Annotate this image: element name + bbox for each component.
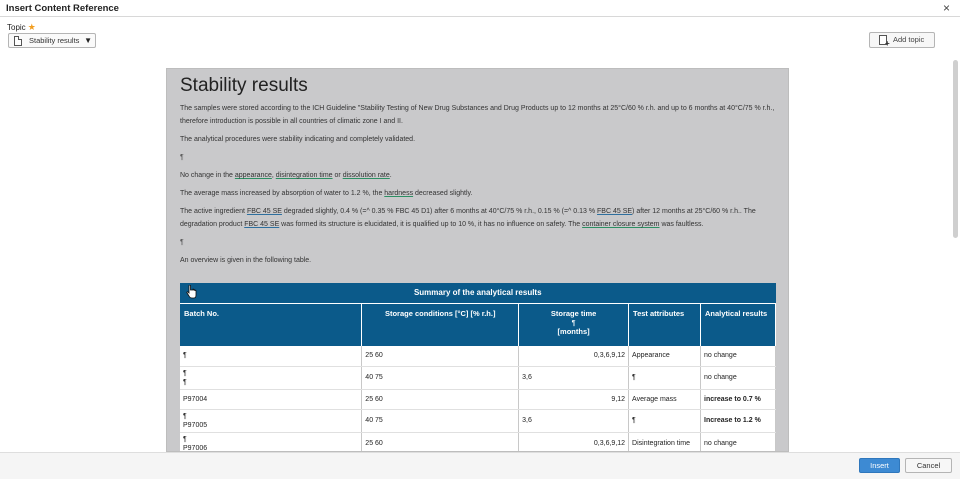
results-table-wrap: Summary of the analytical results Batch … [180, 283, 776, 451]
topic-label-text: Topic [7, 23, 26, 32]
cell-storage-conditions: 25 60 [361, 432, 520, 451]
table-row: ¶ ¶ 40 75 3,6 ¶ no change [180, 366, 776, 390]
table-caption: Summary of the analytical results [180, 283, 776, 304]
topic-select-value: Stability results [29, 36, 80, 45]
document-icon [14, 36, 22, 46]
text: The active ingredient [180, 208, 247, 215]
cell-batch: ¶ [180, 346, 363, 367]
link-disintegration-time[interactable]: disintegration time [276, 172, 333, 179]
table-row: ¶ 25 60 0,3,6,9,12 Appearance no change [180, 346, 776, 367]
topic-select[interactable]: Stability results ▼ [8, 33, 96, 48]
link-fbc45se[interactable]: FBC 45 SE [247, 208, 282, 215]
link-container-closure-system[interactable]: container closure system [582, 221, 659, 228]
paragraph-overview: An overview is given in the following ta… [180, 257, 312, 264]
empty-paragraph-mark: ¶ [180, 239, 184, 246]
header-storage-conditions: Storage conditions [°C] [% r.h.] [361, 303, 520, 346]
link-appearance[interactable]: appearance [235, 172, 272, 179]
table-row: ¶ P97006 25 60 0,3,6,9,12 Disintegration ti… [180, 432, 776, 451]
dialog-title-bar: Insert Content Reference × [0, 0, 960, 17]
cell-batch: ¶ P97006 [180, 432, 363, 451]
cell-storage-conditions: 40 75 [361, 366, 520, 390]
empty-paragraph-mark: ¶ [180, 154, 184, 161]
paragraph-procedures: The analytical procedures were stability… [180, 136, 416, 143]
link-hardness[interactable]: hardness [384, 190, 413, 197]
header-test-attributes: Test attributes [628, 303, 702, 346]
cell-test-attribute: Average mass [628, 389, 702, 410]
paragraph-active-ingredient: The active ingredient FBC 45 SE degraded… [180, 205, 777, 231]
add-topic-label: Add topic [893, 35, 925, 44]
text: The average mass increased by absorption… [180, 190, 385, 197]
header-storage-time-label: Storage time [550, 308, 597, 318]
cell-analytical-result: no change [700, 346, 776, 367]
text: decreased slightly. [413, 190, 473, 197]
text: No change in the [180, 172, 235, 179]
link-fbc45se[interactable]: FBC 45 SE [597, 208, 632, 215]
header-storage-time-unit: [months] [557, 326, 590, 336]
required-star-icon: ★ [27, 22, 36, 32]
document-body: Stability results The samples were store… [180, 75, 777, 272]
cell-test-attribute: Disintegration time [628, 432, 702, 451]
topic-label: Topic ★ [7, 22, 36, 33]
link-dissolution-rate[interactable]: dissolution rate [343, 172, 390, 179]
cell-storage-conditions: 25 60 [361, 389, 520, 410]
document-title: Stability results [180, 75, 308, 96]
dialog-footer [0, 452, 960, 479]
cell-analytical-result: Increase to 1.2 % [700, 409, 776, 433]
table-row: ¶ P97005 40 75 3,6 ¶ Increase to 1.2 % [180, 409, 776, 433]
dialog-title: Insert Content Reference [6, 3, 119, 14]
caret-down-icon: ▼ [84, 36, 92, 45]
scrollbar[interactable] [953, 60, 958, 238]
cell-storage-time: 9,12 [518, 389, 630, 410]
results-table-body: ¶ 25 60 0,3,6,9,12 Appearance no change ¶ ¶ 40… [180, 346, 776, 451]
hand-cursor-icon [186, 285, 197, 299]
text: was formed its structure is elucidated, … [279, 221, 583, 228]
cell-storage-time: 0,3,6,9,12 [518, 346, 630, 367]
cell-storage-conditions: 40 75 [361, 409, 520, 433]
cell-test-attribute: Appearance [628, 346, 702, 367]
add-document-icon [879, 35, 890, 51]
insert-button[interactable]: Insert [859, 458, 900, 473]
text: degraded slightly, 0.4 % (=^ 0.35 % FBC … [281, 208, 598, 215]
paragraph-average-mass: The average mass increased by absorption… [180, 187, 777, 200]
cell-batch: P97004 [180, 389, 363, 410]
cell-test-attribute: ¶ [628, 366, 702, 390]
text: . [389, 172, 392, 179]
content-preview[interactable]: Stability results The samples were store… [166, 68, 789, 452]
cell-storage-time: 0,3,6,9,12 [518, 432, 630, 451]
text: was faultless. [659, 221, 704, 228]
paragraph-storage: The samples were stored according to the… [180, 105, 775, 125]
add-topic-button[interactable]: Add topic [869, 32, 935, 51]
cell-storage-time: 3,6 [518, 366, 630, 390]
pilcrow: ¶ [571, 317, 576, 327]
header-analytical-results: Analytical results [700, 303, 776, 346]
table-row: P97004 25 60 9,12 Average mass increase to 0… [180, 389, 776, 410]
cell-storage-conditions: 25 60 [361, 346, 520, 367]
insert-content-reference-dialog: Insert Content Reference × Topic ★ Stabil… [0, 0, 960, 479]
header-storage-time: Storage time ¶ [months] [518, 303, 630, 346]
cell-analytical-result: increase to 0.7 % [700, 389, 776, 410]
link-fbc45se[interactable]: FBC 45 SE [244, 221, 279, 228]
cell-analytical-result: no change [700, 366, 776, 390]
cell-batch: ¶ P97005 [180, 409, 363, 433]
cancel-button[interactable]: Cancel [905, 458, 952, 473]
cell-test-attribute: ¶ [628, 409, 702, 433]
results-table: Summary of the analytical results Batch … [180, 283, 776, 451]
header-batch: Batch No. [180, 303, 363, 346]
paragraph-no-change: No change in the appearance, disintegrat… [180, 169, 777, 182]
cell-batch: ¶ ¶ [180, 366, 363, 390]
close-icon[interactable]: × [943, 2, 950, 14]
cell-analytical-result: no change [700, 432, 776, 451]
cell-storage-time: 3,6 [518, 409, 630, 433]
text: or [332, 172, 343, 179]
